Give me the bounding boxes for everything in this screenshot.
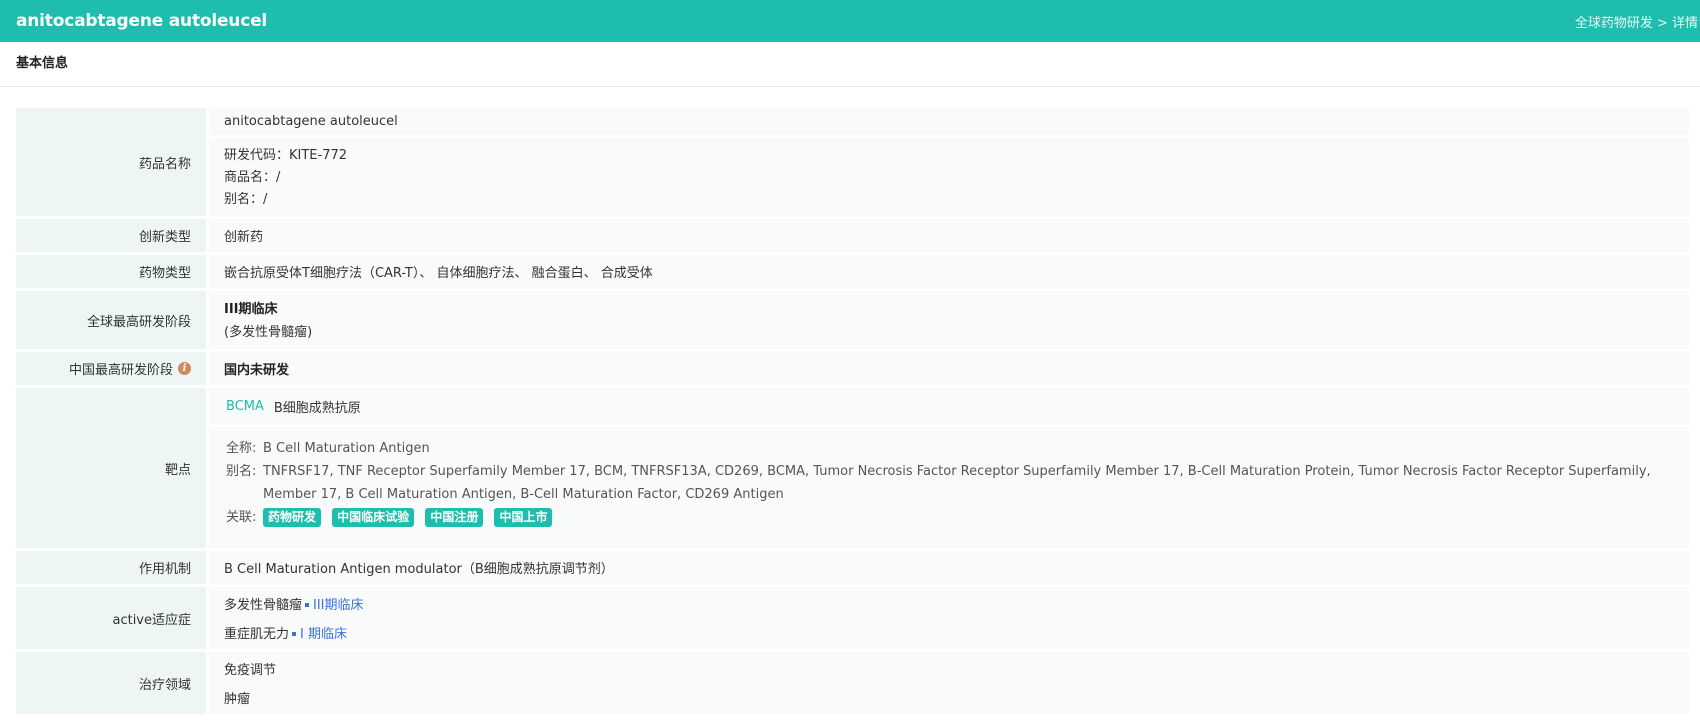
mechanism-value: B Cell Maturation Antigen modulator（B细胞成… (209, 551, 1689, 584)
target-alias: TNFRSF17, TNF Receptor Superfamily Membe… (263, 464, 1651, 502)
target-link[interactable]: BCMA (226, 399, 264, 414)
drug-code: 研发代码：KITE-772 (224, 148, 348, 163)
indication-item: 重症肌无力 I 期临床 (224, 620, 1674, 649)
therapy-item: 肿瘤 (224, 692, 251, 707)
row-drug-name: 药品名称 anitocabtagene autoleucel 研发代码：KITE… (16, 108, 1689, 216)
bullet-icon (305, 602, 310, 607)
row-label: 治疗领域 (16, 652, 206, 714)
row-drug-type: 药物类型 嵌合抗原受体T细胞疗法（CAR-T）、 自体细胞疗法、 融合蛋白、 合… (16, 255, 1689, 288)
row-indication: active适应症 多发性骨髓瘤 III期临床 重症肌无力 I 期临床 (16, 587, 1689, 649)
section-title: 基本信息 (0, 42, 1700, 87)
fullname-label: 全称: (226, 441, 257, 456)
therapy-item: 免疫调节 (224, 663, 277, 678)
indication-name[interactable]: 多发性骨髓瘤 (224, 598, 302, 613)
indication-phase: I 期临床 (300, 627, 347, 642)
drug-alias: 别名：/ (224, 192, 268, 207)
row-global-stage: 全球最高研发阶段 III期临床 (多发性骨髓瘤) (16, 291, 1689, 349)
info-icon[interactable]: i (178, 362, 191, 375)
drug-name-value: anitocabtagene autoleucel (209, 108, 1689, 135)
row-label: 全球最高研发阶段 (16, 291, 206, 349)
related-label: 关联: (226, 510, 257, 525)
global-stage-note: (多发性骨髓瘤) (224, 325, 313, 340)
alias-label: 别名: (226, 464, 257, 479)
row-label: 靶点 (16, 388, 206, 548)
target-fullname: B Cell Maturation Antigen (263, 441, 430, 456)
tag-china-market[interactable]: 中国上市 (494, 508, 553, 527)
indication-phase: III期临床 (313, 598, 364, 613)
indication-item: 多发性骨髓瘤 III期临床 (224, 591, 1674, 620)
indication-name[interactable]: 重症肌无力 (224, 627, 289, 642)
drug-type-value: 嵌合抗原受体T细胞疗法（CAR-T）、 自体细胞疗法、 融合蛋白、 合成受体 (209, 255, 1689, 288)
row-label: 药物类型 (16, 255, 206, 288)
row-label: 创新类型 (16, 219, 206, 252)
drug-trade-name: 商品名：/ (224, 170, 281, 185)
row-therapy: 治疗领域 免疫调节 肿瘤 (16, 652, 1689, 714)
breadcrumb[interactable]: 全球药物研发 > 详情 (1575, 12, 1700, 31)
row-innovation: 创新类型 创新药 (16, 219, 1689, 252)
bullet-icon (292, 631, 297, 636)
row-china-stage: 中国最高研发阶段 i 国内未研发 (16, 352, 1689, 385)
drug-title: anitocabtagene autoleucel (16, 11, 268, 31)
row-target: 靶点 BCMA B细胞成熟抗原 全称: B Cell Maturation An… (16, 388, 1689, 548)
row-label: 中国最高研发阶段 (68, 363, 173, 378)
row-mechanism: 作用机制 B Cell Maturation Antigen modulator… (16, 551, 1689, 584)
global-stage-value: III期临床 (224, 302, 278, 317)
info-table: 药品名称 anitocabtagene autoleucel 研发代码：KITE… (16, 108, 1689, 717)
tag-china-registration[interactable]: 中国注册 (425, 508, 484, 527)
tag-china-trial[interactable]: 中国临床试验 (332, 508, 415, 527)
china-stage-value: 国内未研发 (209, 352, 1689, 385)
target-name: B细胞成熟抗原 (273, 400, 361, 416)
page-header: anitocabtagene autoleucel 全球药物研发 > 详情 (0, 0, 1700, 42)
row-label: 药品名称 (16, 108, 206, 216)
row-label: active适应症 (16, 587, 206, 649)
innovation-value: 创新药 (209, 219, 1689, 252)
row-label: 作用机制 (16, 551, 206, 584)
tag-drug-rd[interactable]: 药物研发 (263, 508, 322, 527)
